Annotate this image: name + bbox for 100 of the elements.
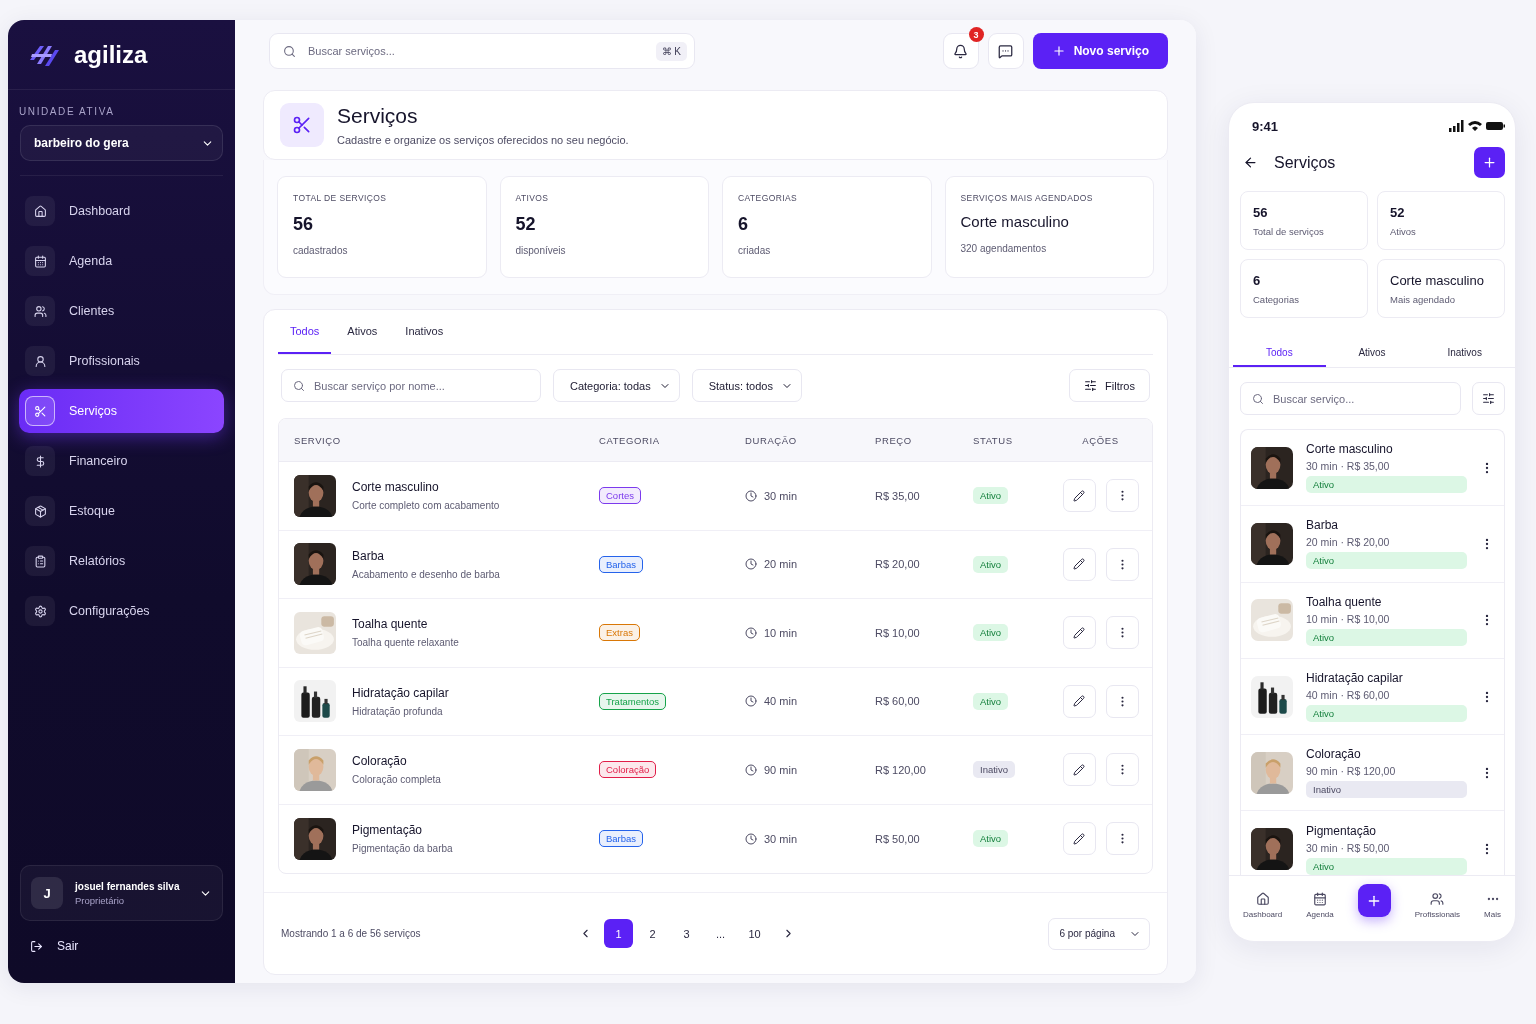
- filter-button[interactable]: [1472, 382, 1505, 415]
- edit-button[interactable]: [1062, 822, 1096, 856]
- edit-button[interactable]: [1062, 684, 1096, 718]
- sidebar-item[interactable]: Estoque: [19, 489, 224, 533]
- duration: 30 min: [745, 489, 875, 502]
- page-button[interactable]: ...: [706, 919, 735, 948]
- service-name: Pigmentação: [352, 823, 424, 838]
- edit-button[interactable]: [1062, 479, 1096, 513]
- calendar-icon: [33, 254, 47, 268]
- per-page-select[interactable]: 6 por página: [1048, 917, 1150, 950]
- stat-value: 56: [293, 214, 315, 235]
- tab[interactable]: Inativos: [1418, 339, 1511, 367]
- search-field[interactable]: Buscar serviço...: [1240, 382, 1461, 415]
- nav-item[interactable]: Mais: [1484, 892, 1501, 919]
- page-button[interactable]: 2: [638, 919, 667, 948]
- screen-title: Serviços: [1274, 153, 1337, 172]
- clock-icon: [745, 558, 757, 571]
- column-header: STATUS: [973, 434, 1014, 446]
- sidebar-item[interactable]: Relatórios: [19, 539, 224, 583]
- tab[interactable]: Todos: [1233, 339, 1326, 367]
- back-icon[interactable]: [1243, 155, 1258, 170]
- stat-label: ATIVOS: [515, 193, 550, 203]
- search-field[interactable]: Buscar serviço por nome...: [281, 369, 541, 402]
- price: R$ 60,00: [875, 695, 921, 708]
- filters-button[interactable]: Filtros: [1069, 369, 1150, 402]
- pencil-icon: [1073, 695, 1085, 708]
- status-tag: Ativo: [1306, 705, 1467, 723]
- bell-icon: [953, 43, 969, 59]
- duration: 20 min: [745, 558, 875, 571]
- tab[interactable]: Inativos: [393, 310, 456, 354]
- gear-icon: [33, 604, 47, 618]
- notifications-button[interactable]: [942, 33, 979, 69]
- duration: 30 min: [745, 832, 875, 845]
- clock-icon: [745, 695, 757, 708]
- category-tag: Barbas: [599, 555, 644, 573]
- page-button[interactable]: 3: [672, 919, 701, 948]
- category-tag: Extras: [599, 624, 640, 642]
- tab[interactable]: Todos: [278, 310, 332, 354]
- logout-button[interactable]: Sair: [20, 939, 223, 953]
- status-tag: Ativo: [973, 624, 1009, 642]
- status-tag: Inativo: [973, 761, 1015, 779]
- page-button[interactable]: 1: [604, 919, 633, 948]
- status-select[interactable]: Status: todos: [691, 369, 802, 402]
- stat-value: 52: [515, 214, 537, 235]
- add-button[interactable]: [1474, 147, 1505, 178]
- service-name: Pigmentação: [1306, 823, 1378, 838]
- service-description: Hidratação profunda: [352, 705, 444, 717]
- user-role: Proprietário: [75, 894, 126, 906]
- messages-button[interactable]: [987, 33, 1024, 69]
- clock-icon: [745, 832, 757, 845]
- page-button[interactable]: 10: [740, 919, 769, 948]
- price: R$ 20,00: [875, 558, 921, 571]
- sidebar-item[interactable]: Profissionais: [19, 339, 224, 383]
- clock-icon: [745, 763, 757, 776]
- stat-label: CATEGORIAS: [738, 193, 799, 203]
- pencil-icon: [1073, 489, 1085, 502]
- column-header: DURAÇÃO: [745, 434, 798, 446]
- sidebar-item[interactable]: Dashboard: [19, 189, 224, 233]
- user-menu[interactable]: J josuel fernandes silva Proprietário: [20, 865, 223, 921]
- service-meta: 30 min · R$ 50,00: [1306, 841, 1391, 854]
- column-header: AÇÕES: [1081, 434, 1120, 446]
- sidebar-item[interactable]: Agenda: [19, 239, 224, 283]
- sidebar-item[interactable]: Financeiro: [19, 439, 224, 483]
- tab[interactable]: Ativos: [335, 310, 390, 354]
- nav-item[interactable]: Agenda: [1306, 892, 1334, 919]
- clipboard-icon: [33, 554, 47, 568]
- status-tag: Ativo: [1306, 476, 1467, 494]
- sidebar-item[interactable]: Serviços: [19, 389, 224, 433]
- clock-icon: [745, 489, 757, 502]
- edit-button[interactable]: [1062, 753, 1096, 787]
- new-service-button[interactable]: Novo serviço: [1032, 33, 1168, 69]
- status-tag: Ativo: [1306, 628, 1467, 646]
- sidebar-item[interactable]: Configurações: [19, 589, 224, 633]
- add-button[interactable]: [1357, 884, 1391, 917]
- pencil-icon: [1073, 626, 1085, 639]
- sidebar-item[interactable]: Clientes: [19, 289, 224, 333]
- duration: 10 min: [745, 626, 875, 639]
- users-icon: [1430, 892, 1445, 906]
- user-name: josuel fernandes silva: [75, 880, 181, 892]
- pagination-summary: Mostrando 1 a 6 de 56 serviços: [281, 928, 422, 939]
- status-tag: Inativo: [1306, 781, 1467, 799]
- service-name: Coloração: [352, 754, 408, 769]
- price: R$ 35,00: [875, 489, 921, 502]
- stat-value: Corte masculino: [1390, 273, 1485, 288]
- duration: 90 min: [745, 763, 875, 776]
- tab[interactable]: Ativos: [1325, 339, 1419, 367]
- edit-button[interactable]: [1062, 547, 1096, 581]
- calendar-icon: [1312, 892, 1327, 906]
- sliders-icon: [1482, 392, 1495, 405]
- service-name: Hidratação capilar: [352, 685, 449, 700]
- edit-button[interactable]: [1062, 616, 1096, 650]
- nav-item[interactable]: Profissionais: [1414, 892, 1461, 919]
- unit-select[interactable]: barbeiro do gera: [20, 125, 223, 161]
- service-meta: 20 min · R$ 20,00: [1306, 536, 1391, 549]
- column-header: SERVIÇO: [293, 434, 342, 446]
- service-name: Coloração: [1306, 747, 1362, 762]
- nav-item[interactable]: Dashboard: [1243, 892, 1283, 919]
- user-icon: [33, 354, 47, 368]
- scissors-icon: [280, 103, 324, 147]
- category-select[interactable]: Categoria: todas: [553, 369, 680, 402]
